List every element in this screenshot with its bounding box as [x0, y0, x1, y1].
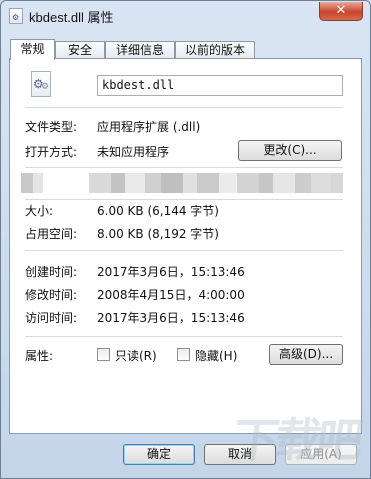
advanced-button[interactable]: 高级(D)...	[269, 344, 343, 365]
separator	[25, 167, 343, 168]
tab-details[interactable]: 详细信息	[105, 41, 175, 58]
apply-button[interactable]: 应用(A)	[285, 444, 357, 465]
created-label: 创建时间:	[25, 265, 78, 279]
hidden-label[interactable]: 隐藏(H)	[195, 347, 237, 364]
dll-file-icon: ⚙ ⚙	[31, 71, 51, 97]
separator	[25, 199, 343, 200]
hidden-checkbox[interactable]	[177, 348, 190, 361]
ok-button[interactable]: 确定	[123, 444, 195, 465]
title-bar[interactable]: ⚙ kbdest.dll 属性 ✕	[1, 1, 370, 31]
tab-previous-versions[interactable]: 以前的版本	[175, 41, 255, 58]
created-value: 2017年3月6日，15:13:46	[97, 265, 245, 279]
size-on-disk-value: 8.00 KB (8,192 字节)	[97, 227, 219, 241]
change-button[interactable]: 更改(C)...	[238, 140, 342, 161]
properties-window: ⚙ kbdest.dll 属性 ✕ 常规 安全 详细信息 以前的版本 ⚙ ⚙ kb…	[0, 0, 371, 479]
close-button[interactable]: ✕	[319, 2, 363, 21]
window-title: kbdest.dll 属性	[29, 10, 114, 25]
open-with-label: 打开方式:	[25, 145, 78, 159]
readonly-checkbox[interactable]	[97, 348, 110, 361]
attributes-label: 属性:	[25, 349, 54, 363]
separator	[25, 107, 343, 108]
size-value: 6.00 KB (6,144 字节)	[97, 204, 219, 218]
file-name-field[interactable]: kbdest.dll	[97, 75, 343, 96]
tab-general[interactable]: 常规	[10, 39, 55, 60]
file-type-label: 文件类型:	[25, 120, 78, 134]
dll-file-icon: ⚙	[9, 8, 23, 24]
cancel-button[interactable]: 取消	[204, 444, 276, 465]
modified-value: 2008年4月15日，4:00:00	[97, 288, 245, 302]
separator	[25, 336, 343, 337]
redacted-location-row	[21, 173, 356, 193]
general-panel	[9, 58, 362, 434]
close-icon: ✕	[335, 3, 347, 18]
size-label: 大小:	[25, 204, 54, 218]
accessed-value: 2017年3月6日，15:13:46	[97, 311, 245, 325]
open-with-value: 未知应用程序	[97, 145, 170, 159]
readonly-label[interactable]: 只读(R)	[115, 347, 157, 364]
size-on-disk-label: 占用空间:	[25, 227, 78, 241]
file-type-value: 应用程序扩展 (.dll)	[97, 120, 201, 134]
tab-security[interactable]: 安全	[55, 41, 105, 58]
modified-label: 修改时间:	[25, 288, 78, 302]
separator	[25, 250, 343, 251]
accessed-label: 访问时间:	[25, 311, 78, 325]
